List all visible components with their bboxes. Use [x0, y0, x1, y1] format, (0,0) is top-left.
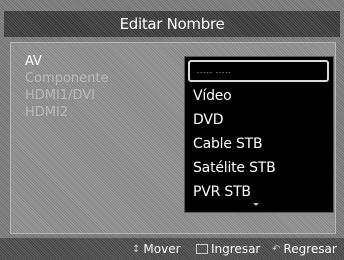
source-item-hdmi2[interactable]: HDMI2	[25, 104, 108, 121]
hint-enter: Ingresar	[196, 241, 260, 257]
dropdown-option-satelite-stb[interactable]: Satélite STB	[193, 156, 276, 180]
source-list: AV Componente HDMI1/DVI HDMI2	[25, 53, 108, 121]
source-item-av[interactable]: AV	[25, 53, 108, 70]
tv-menu-screen: Editar Nombre AV Componente HDMI1/DVI HD…	[0, 0, 344, 260]
enter-icon	[196, 243, 208, 254]
dropdown-option-dvd[interactable]: DVD	[193, 108, 276, 132]
dropdown-current-value: ----- -----	[197, 69, 232, 76]
dropdown-option-video[interactable]: Vídeo	[193, 84, 276, 108]
name-dropdown[interactable]: ----- ----- Vídeo DVD Cable STB Satélite…	[184, 56, 334, 213]
source-item-component[interactable]: Componente	[25, 70, 108, 87]
button-hint-bar: ↕ Mover Ingresar ↶ Regresar	[0, 238, 344, 260]
dropdown-option-cable-stb[interactable]: Cable STB	[193, 132, 276, 156]
return-arrow-icon: ↶	[272, 243, 281, 255]
hint-enter-label: Ingresar	[211, 242, 261, 256]
dropdown-options: Vídeo DVD Cable STB Satélite STB PVR STB	[193, 84, 276, 204]
up-down-arrows-icon: ↕	[132, 243, 141, 255]
hint-move: ↕ Mover	[132, 241, 181, 258]
dropdown-current-value-field[interactable]: ----- -----	[188, 60, 329, 82]
scroll-down-arrow-icon[interactable]	[253, 203, 259, 206]
dropdown-option-pvr-stb[interactable]: PVR STB	[193, 180, 276, 204]
hint-move-label: Mover	[143, 242, 181, 256]
hint-return-label: Regresar	[283, 242, 337, 256]
dialog-title: Editar Nombre	[4, 11, 340, 37]
hint-return: ↶ Regresar	[272, 241, 337, 258]
source-item-hdmi1-dvi[interactable]: HDMI1/DVI	[25, 87, 108, 104]
